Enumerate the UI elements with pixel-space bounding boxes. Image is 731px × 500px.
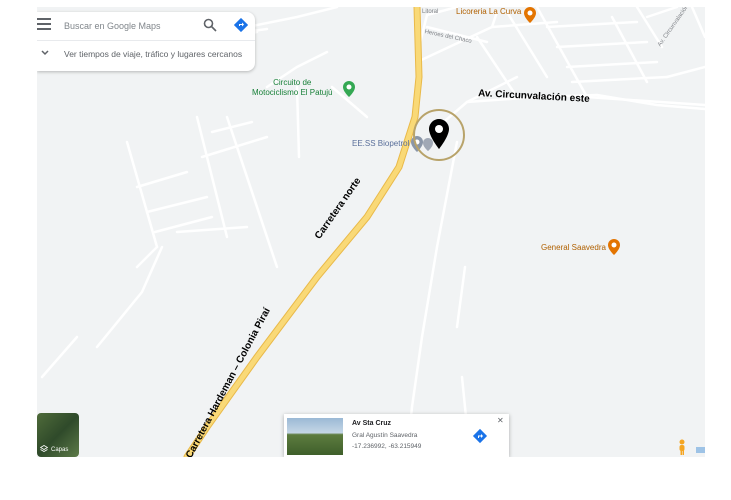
poi-circuito[interactable]: Circuito de Motociclismo El Patujú — [252, 78, 332, 98]
map-canvas[interactable]: Litoral Heroes del Chaco Av. Circunvalac… — [37, 7, 705, 457]
directions-icon[interactable] — [234, 18, 248, 32]
layers-button[interactable]: Capas — [37, 413, 79, 457]
poi-circuito-line1: Circuito de — [273, 78, 312, 87]
circuito-poi-marker — [343, 81, 355, 97]
search-icon[interactable] — [203, 18, 217, 32]
poi-eess[interactable]: EE.SS Biopetrol — [352, 139, 409, 148]
poi-licoreria[interactable]: Licoreria La Curva — [456, 7, 521, 16]
highlight-circle — [413, 109, 465, 161]
imagery-chip[interactable] — [696, 447, 705, 453]
nearby-text: Ver tiempos de viaje, tráfico y lugares … — [64, 49, 243, 59]
search-panel: Ver tiempos de viaje, tráfico y lugares … — [37, 12, 255, 71]
card-title: Av Sta Cruz — [352, 420, 392, 427]
search-row — [37, 12, 255, 41]
layers-label: Capas — [51, 447, 69, 453]
menu-icon[interactable] — [37, 18, 51, 30]
search-input[interactable] — [64, 17, 194, 35]
location-card[interactable]: Av Sta Cruz Gral Agustín Saavedra -17.23… — [284, 414, 509, 457]
layers-icon — [40, 445, 48, 452]
poi-circuito-line2: Motociclismo El Patujú — [252, 88, 333, 97]
location-pin-icon[interactable] — [429, 119, 449, 149]
card-coordinates: -17.236992, -63.215949 — [352, 443, 422, 450]
directions-icon[interactable] — [472, 428, 488, 444]
card-subtitle: Gral Agustín Saavedra — [352, 432, 418, 439]
poi-general-saavedra[interactable]: General Saavedra — [541, 243, 606, 252]
chevron-down-icon — [41, 50, 49, 56]
map-streets — [40, 7, 705, 457]
close-icon[interactable]: ✕ — [497, 416, 504, 425]
road-label-litoral: Litoral — [422, 9, 439, 15]
pegman-icon[interactable] — [677, 439, 687, 455]
street-view-thumbnail[interactable] — [287, 418, 343, 455]
nearby-row[interactable]: Ver tiempos de viaje, tráfico y lugares … — [37, 45, 255, 67]
